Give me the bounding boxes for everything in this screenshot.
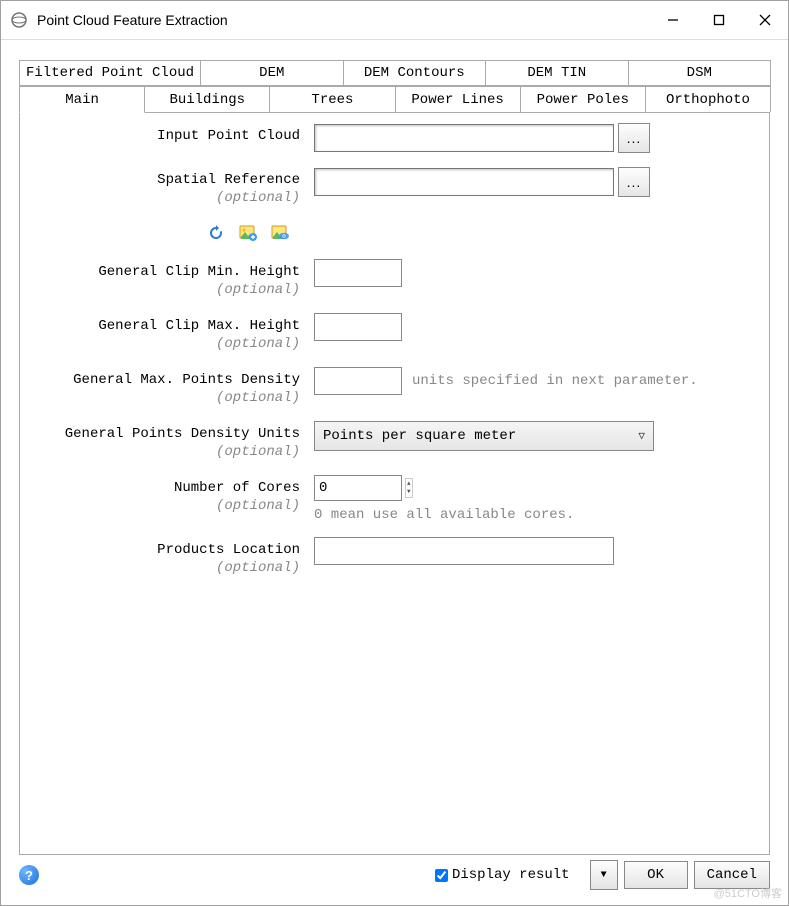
optional-hint: (optional) <box>30 443 300 461</box>
tab-row-top: Filtered Point Cloud DEM DEM Contours DE… <box>19 60 770 86</box>
row-clip-min-height: General Clip Min. Height (optional) <box>30 259 759 299</box>
tab-orthophoto[interactable]: Orthophoto <box>645 86 771 112</box>
label-text: Spatial Reference <box>157 172 300 188</box>
optional-hint: (optional) <box>30 335 300 353</box>
row-max-points-density: General Max. Points Density (optional) u… <box>30 367 759 407</box>
maximize-button[interactable] <box>696 1 742 39</box>
optional-hint: (optional) <box>30 189 300 207</box>
label-text: General Clip Min. Height <box>98 264 300 280</box>
select-value: Points per square meter <box>323 428 516 444</box>
row-spatial-reference: Spatial Reference (optional) ... <box>30 167 759 207</box>
form-panel: Input Point Cloud ... Spatial Reference … <box>19 113 770 855</box>
label-products-location: Products Location (optional) <box>30 537 314 577</box>
tab-buildings[interactable]: Buildings <box>144 86 270 112</box>
row-density-units: General Points Density Units (optional) … <box>30 421 759 461</box>
help-icon[interactable]: ? <box>19 865 39 885</box>
browse-spatial-reference-button[interactable]: ... <box>618 167 650 197</box>
label-text: Products Location <box>157 542 300 558</box>
spinner-up-icon[interactable]: ▲ <box>407 480 411 488</box>
label-max-points-density: General Max. Points Density (optional) <box>30 367 314 407</box>
tab-filtered-point-cloud[interactable]: Filtered Point Cloud <box>19 60 201 86</box>
tab-power-lines[interactable]: Power Lines <box>395 86 521 112</box>
row-toolbar <box>30 221 759 245</box>
input-point-cloud-field[interactable] <box>314 124 614 152</box>
clip-min-height-field[interactable] <box>314 259 402 287</box>
spinner-down-icon[interactable]: ▼ <box>407 488 411 496</box>
label-density-units: General Points Density Units (optional) <box>30 421 314 461</box>
refresh-icon[interactable] <box>204 221 228 245</box>
label-spatial-reference: Spatial Reference (optional) <box>30 167 314 207</box>
app-icon <box>9 10 29 30</box>
tab-trees[interactable]: Trees <box>269 86 395 112</box>
label-text: Input Point Cloud <box>157 128 300 144</box>
label-text: General Max. Points Density <box>73 372 300 388</box>
display-result-label: Display result <box>452 867 570 883</box>
label-clip-max-height: General Clip Max. Height (optional) <box>30 313 314 353</box>
tab-dem-contours[interactable]: DEM Contours <box>343 60 487 86</box>
tab-dem-tin[interactable]: DEM TIN <box>485 60 629 86</box>
tab-power-poles[interactable]: Power Poles <box>520 86 646 112</box>
row-products-location: Products Location (optional) <box>30 537 759 577</box>
image-add-icon[interactable] <box>236 221 260 245</box>
display-result-row: Display result <box>431 866 570 885</box>
window-title: Point Cloud Feature Extraction <box>37 12 650 28</box>
row-clip-max-height: General Clip Max. Height (optional) <box>30 313 759 353</box>
chevron-down-icon: ▽ <box>638 429 645 443</box>
ok-button[interactable]: OK <box>624 861 688 889</box>
minimize-button[interactable] <box>650 1 696 39</box>
optional-hint: (optional) <box>30 389 300 407</box>
dialog-window: Point Cloud Feature Extraction Filtered … <box>0 0 789 906</box>
label-text: Number of Cores <box>174 480 300 496</box>
browse-input-point-cloud-button[interactable]: ... <box>618 123 650 153</box>
label-text: General Clip Max. Height <box>98 318 300 334</box>
ok-dropdown-button[interactable]: ▼ <box>590 860 618 890</box>
image-preview-icon[interactable] <box>268 221 292 245</box>
titlebar: Point Cloud Feature Extraction <box>1 1 788 40</box>
tab-dem[interactable]: DEM <box>200 60 344 86</box>
cores-hint: 0 mean use all available cores. <box>314 507 759 523</box>
label-text: General Points Density Units <box>65 426 300 442</box>
tab-row-bottom: Main Buildings Trees Power Lines Power P… <box>19 86 770 112</box>
close-button[interactable] <box>742 1 788 39</box>
content-area: Filtered Point Cloud DEM DEM Contours DE… <box>1 40 788 855</box>
tab-dsm[interactable]: DSM <box>628 60 772 86</box>
max-points-density-field[interactable] <box>314 367 402 395</box>
optional-hint: (optional) <box>30 559 300 577</box>
density-units-select[interactable]: Points per square meter ▽ <box>314 421 654 451</box>
products-location-field[interactable] <box>314 537 614 565</box>
tab-container: Filtered Point Cloud DEM DEM Contours DE… <box>19 60 770 113</box>
optional-hint: (optional) <box>30 497 300 515</box>
tab-main[interactable]: Main <box>19 86 145 113</box>
clip-max-height-field[interactable] <box>314 313 402 341</box>
display-result-checkbox[interactable] <box>435 869 448 882</box>
row-input-point-cloud: Input Point Cloud ... <box>30 123 759 153</box>
footer-bar: ? Display result ▼ OK Cancel <box>1 855 788 905</box>
row-number-of-cores: Number of Cores (optional) ▲ ▼ 0 mean us… <box>30 475 759 523</box>
label-clip-min-height: General Clip Min. Height (optional) <box>30 259 314 299</box>
cores-spinner: ▲ ▼ <box>314 475 413 501</box>
spatial-reference-field[interactable] <box>314 168 614 196</box>
watermark: @51CTO博客 <box>714 885 782 901</box>
number-of-cores-field[interactable] <box>314 475 402 501</box>
density-hint: units specified in next parameter. <box>412 373 698 389</box>
optional-hint: (optional) <box>30 281 300 299</box>
label-number-of-cores: Number of Cores (optional) <box>30 475 314 515</box>
label-input-point-cloud: Input Point Cloud <box>30 123 314 145</box>
